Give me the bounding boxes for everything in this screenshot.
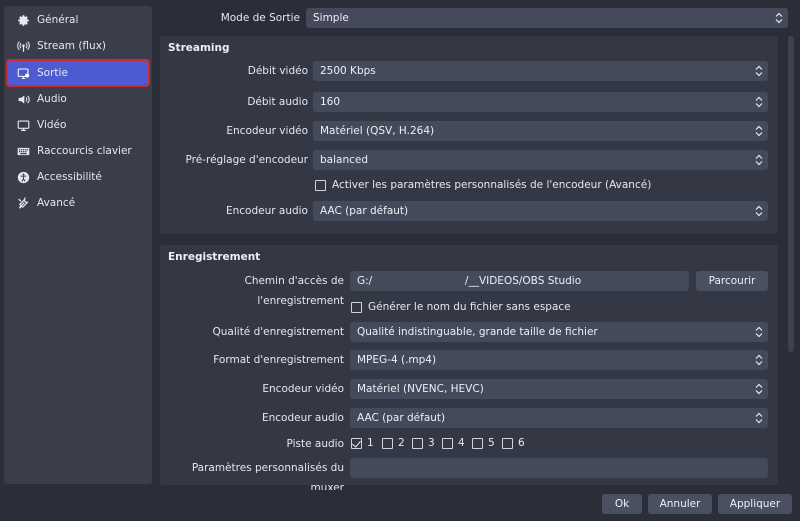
recording-video-encoder-label: Encodeur vidéo [262, 383, 344, 395]
spinner-arrows-icon [753, 382, 765, 396]
recording-quality-value: Qualité indistinguable, grande taille de… [357, 326, 598, 338]
video-bitrate-stepper[interactable]: 2500 Kbps [313, 61, 768, 81]
stream-video-encoder-select[interactable]: Matériel (QSV, H.264) [313, 121, 768, 141]
keyboard-icon [16, 144, 30, 158]
spinner-arrows-icon [773, 11, 785, 25]
no-space-filename-checkbox[interactable] [351, 302, 362, 313]
sidebar-item-label: Accessibilité [37, 171, 102, 183]
streaming-title: Streaming [168, 42, 230, 54]
audio-bitrate-label: Débit audio [247, 96, 308, 108]
recording-quality-label: Qualité d'enregistrement [212, 326, 345, 338]
stream-video-encoder-value: Matériel (QSV, H.264) [320, 125, 435, 137]
browse-button[interactable]: Parcourir [696, 271, 768, 291]
sidebar-item-label: Audio [37, 93, 67, 105]
recording-format-label: Format d'enregistrement [213, 354, 344, 366]
spinner-arrows-icon [753, 64, 765, 78]
stream-audio-encoder-label: Encodeur audio [225, 205, 308, 217]
output-icon [16, 66, 30, 80]
recording-title: Enregistrement [168, 251, 261, 263]
spinner-arrows-icon [753, 153, 765, 167]
broadcast-icon [16, 39, 30, 53]
audio-bitrate-select[interactable]: 160 [313, 92, 768, 112]
spinner-arrows-icon [753, 411, 765, 425]
sidebar-item-accessibility[interactable]: Accessibilité [8, 165, 148, 189]
audio-track-1-label: 1 [367, 437, 374, 449]
video-bitrate-value: 2500 Kbps [320, 65, 376, 77]
sidebar-item-stream[interactable]: Stream (flux) [8, 34, 148, 58]
recording-audio-encoder-select[interactable]: AAC (par défaut) [350, 408, 768, 428]
cancel-button[interactable]: Annuler [648, 494, 712, 514]
encoder-preset-label: Pré-réglage d'encodeur [185, 154, 308, 166]
encoder-preset-select[interactable]: balanced [313, 150, 768, 170]
recording-audio-encoder-value: AAC (par défaut) [357, 412, 446, 424]
custom-encoder-settings-checkbox[interactable] [315, 180, 326, 191]
sidebar-item-audio[interactable]: Audio [8, 87, 148, 111]
speaker-icon [16, 92, 30, 106]
audio-track-3-checkbox[interactable] [412, 438, 423, 449]
custom-encoder-settings-label: Activer les paramètres personnalisés de … [332, 179, 652, 191]
audio-bitrate-value: 160 [320, 96, 341, 108]
audio-track-4-checkbox[interactable] [442, 438, 453, 449]
recording-format-value: MPEG-4 (.mp4) [357, 354, 437, 366]
audio-track-3-label: 3 [428, 437, 435, 449]
audio-track-4-label: 4 [458, 437, 465, 449]
no-space-filename-label: Générer le nom du fichier sans espace [368, 301, 571, 313]
output-mode-label: Mode de Sortie [220, 12, 300, 24]
sidebar-item-advanced[interactable]: Avancé [8, 191, 148, 215]
audio-track-6-label: 6 [518, 437, 525, 449]
stream-video-encoder-label: Encodeur vidéo [226, 125, 308, 137]
sidebar-item-label: Général [37, 14, 79, 26]
settings-window: Général Stream (flux) Sortie Audio Vidéo [0, 0, 800, 521]
apply-button[interactable]: Appliquer [718, 494, 792, 514]
spinner-arrows-icon [753, 204, 765, 218]
audio-track-5-label: 5 [488, 437, 495, 449]
spinner-arrows-icon [753, 95, 765, 109]
settings-sidebar: Général Stream (flux) Sortie Audio Vidéo [4, 6, 152, 484]
recording-format-select[interactable]: MPEG-4 (.mp4) [350, 350, 768, 370]
sidebar-item-label: Raccourcis clavier [37, 145, 132, 157]
sidebar-item-label: Vidéo [37, 119, 67, 131]
audio-track-1-checkbox[interactable] [351, 438, 362, 449]
tools-icon [16, 196, 30, 210]
audio-track-6-checkbox[interactable] [502, 438, 513, 449]
recording-path-suffix: /__VIDEOS/OBS Studio [464, 275, 582, 287]
muxer-settings-input[interactable] [350, 458, 768, 478]
gear-icon [16, 13, 30, 27]
recording-path-label: Chemin d'accès de l'enregistrement [244, 275, 344, 307]
sidebar-item-label: Avancé [37, 197, 76, 209]
stream-audio-encoder-value: AAC (par défaut) [320, 205, 409, 217]
ok-button[interactable]: Ok [602, 494, 642, 514]
spinner-arrows-icon [753, 353, 765, 367]
sidebar-item-label: Sortie [37, 67, 68, 79]
settings-scrollbar[interactable] [788, 36, 794, 352]
output-mode-select[interactable]: Simple [306, 8, 788, 28]
stream-audio-encoder-select[interactable]: AAC (par défaut) [313, 201, 768, 221]
recording-path-input[interactable]: G:/ /__VIDEOS/OBS Studio [350, 271, 689, 291]
sidebar-item-hotkeys[interactable]: Raccourcis clavier [8, 139, 148, 163]
output-mode-value: Simple [313, 12, 349, 24]
sidebar-item-output[interactable]: Sortie [6, 59, 150, 87]
audio-track-2-checkbox[interactable] [382, 438, 393, 449]
muxer-settings-label: Paramètres personnalisés du muxer [191, 462, 344, 494]
sidebar-item-video[interactable]: Vidéo [8, 113, 148, 137]
monitor-icon [16, 118, 30, 132]
recording-path-prefix: G:/ [357, 275, 373, 287]
audio-track-label: Piste audio [286, 438, 345, 450]
audio-track-5-checkbox[interactable] [472, 438, 483, 449]
recording-quality-select[interactable]: Qualité indistinguable, grande taille de… [350, 322, 768, 342]
audio-track-2-label: 2 [398, 437, 405, 449]
recording-video-encoder-select[interactable]: Matériel (NVENC, HEVC) [350, 379, 768, 399]
encoder-preset-value: balanced [320, 154, 369, 166]
accessibility-icon [16, 170, 30, 184]
sidebar-item-label: Stream (flux) [37, 40, 107, 52]
recording-video-encoder-value: Matériel (NVENC, HEVC) [357, 383, 484, 395]
video-bitrate-label: Débit vidéo [247, 65, 308, 77]
spinner-arrows-icon [753, 325, 765, 339]
sidebar-item-general[interactable]: Général [8, 8, 148, 32]
spinner-arrows-icon [753, 124, 765, 138]
recording-audio-encoder-label: Encodeur audio [261, 412, 344, 424]
